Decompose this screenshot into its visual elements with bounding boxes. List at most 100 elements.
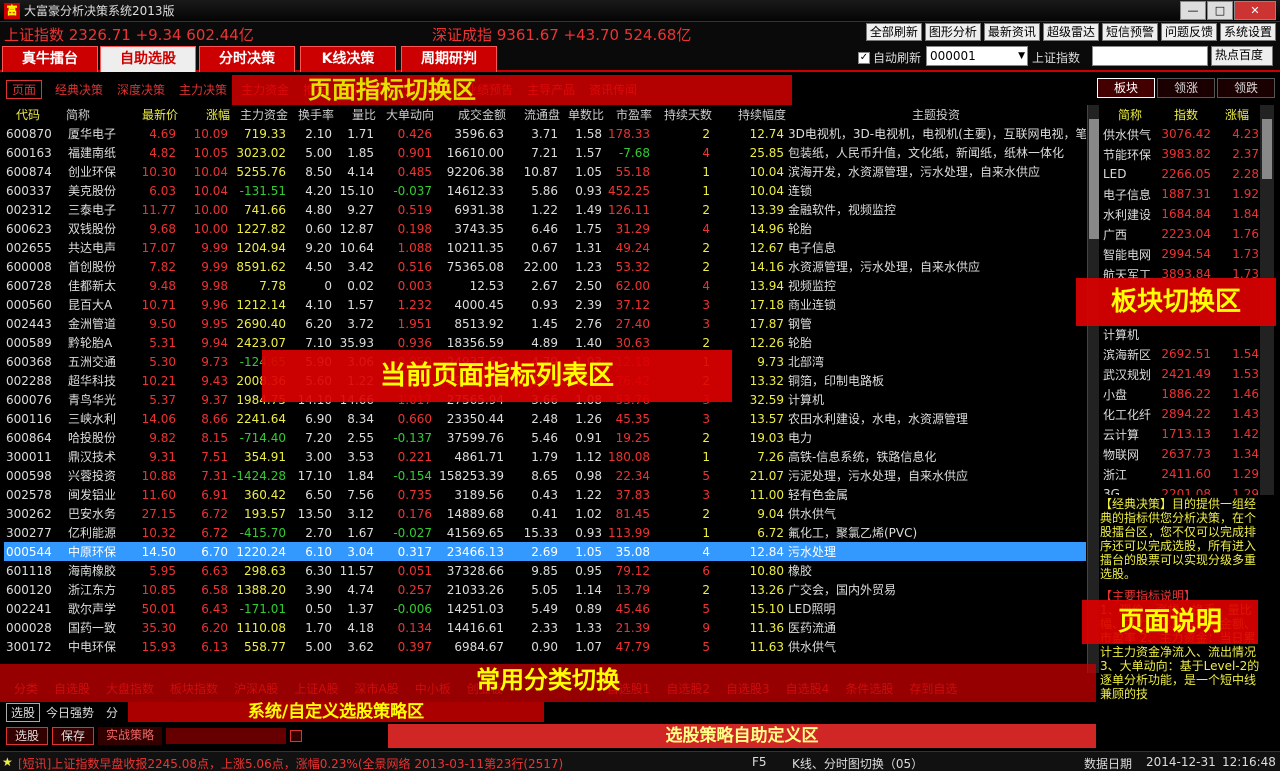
chevron-down-icon[interactable]: ▼ bbox=[1018, 47, 1025, 65]
toolbar-button-1[interactable]: 图形分析 bbox=[924, 23, 981, 41]
table-row[interactable]: 600874 创业环保 10.30 10.04 5255.76 8.50 4.14 0.485… bbox=[4, 162, 1086, 181]
column-header[interactable]: 简称 bbox=[66, 105, 126, 124]
table-row[interactable]: 000544 中原环保 14.50 6.70 1220.24 6.10 3.04 0.317 2… bbox=[4, 542, 1086, 561]
sector-tab-0[interactable]: 板块 bbox=[1097, 78, 1155, 98]
cell-float: 5.86 bbox=[531, 183, 558, 198]
sector-row[interactable]: LED 2266.05 2.28 bbox=[1101, 164, 1261, 184]
indicator-tab-1[interactable]: 经典决策 bbox=[48, 81, 110, 98]
table-row[interactable]: 600008 首创股份 7.82 9.99 8591.62 4.50 3.42 0.516 75… bbox=[4, 257, 1086, 276]
column-header[interactable]: 成交金额 bbox=[434, 105, 506, 124]
cell-vr: 1.67 bbox=[347, 525, 374, 540]
sector-row[interactable]: 智能电网 2994.54 1.73 bbox=[1101, 244, 1261, 264]
column-header[interactable]: 代码 bbox=[4, 105, 66, 124]
column-header[interactable]: 持续幅度 bbox=[712, 105, 786, 124]
table-row[interactable]: 000028 国药一致 35.30 6.20 1110.08 1.70 4.18 0.134 1… bbox=[4, 618, 1086, 637]
toolbar-button-2[interactable]: 最新资讯 bbox=[983, 23, 1040, 41]
indicator-tab-3[interactable]: 主力决策 bbox=[172, 81, 234, 98]
sector-column-header[interactable]: 简称 bbox=[1101, 105, 1159, 124]
scroll-thumb[interactable] bbox=[1089, 119, 1099, 239]
column-header[interactable]: 量比 bbox=[334, 105, 376, 124]
sector-row[interactable]: 水利建设 1684.84 1.84 bbox=[1101, 204, 1261, 224]
table-row[interactable]: 000598 兴蓉投资 10.88 7.31 -1424.28 17.10 1.84 -0.1… bbox=[4, 466, 1086, 485]
sector-column-header[interactable]: 指数 bbox=[1159, 105, 1213, 124]
table-row[interactable]: 600870 厦华电子 4.69 10.09 719.33 2.10 1.71 0.426 35… bbox=[4, 124, 1086, 143]
table-row[interactable]: 300172 中电环保 15.93 6.13 558.77 5.00 3.62 0.397 69… bbox=[4, 637, 1086, 656]
main-tab-4[interactable]: 周期研判 bbox=[401, 46, 497, 72]
column-header[interactable]: 流通盘 bbox=[506, 105, 560, 124]
column-header[interactable]: 大单动向 bbox=[376, 105, 434, 124]
table-row[interactable]: 600120 浙江东方 10.85 6.58 1388.20 3.90 4.74 0.257 2… bbox=[4, 580, 1086, 599]
toolbar-button-3[interactable]: 超级雷达 bbox=[1042, 23, 1099, 41]
checkbox-checked-icon[interactable]: ✓ bbox=[858, 51, 870, 64]
select-button[interactable]: 选股 bbox=[6, 727, 49, 745]
sector-tab-2[interactable]: 领跌 bbox=[1217, 78, 1275, 98]
column-header[interactable]: 主力资金 bbox=[230, 105, 288, 124]
main-tab-1[interactable]: 自助选股 bbox=[100, 46, 196, 72]
sector-row[interactable]: 浙江 2411.60 1.29 bbox=[1101, 464, 1261, 484]
column-header[interactable]: 最新价 bbox=[126, 105, 178, 124]
minimize-button[interactable]: — bbox=[1180, 1, 1206, 20]
indicator-tab-2[interactable]: 深度决策 bbox=[110, 81, 172, 98]
table-row[interactable]: 002312 三泰电子 11.77 10.00 741.66 4.80 9.27 0.519 6… bbox=[4, 200, 1086, 219]
column-header[interactable]: 持续天数 bbox=[652, 105, 712, 124]
strategy-tab-2[interactable]: 分 bbox=[100, 704, 124, 721]
table-row[interactable]: 600623 双钱股份 9.68 10.00 1227.82 0.60 12.87 0.198… bbox=[4, 219, 1086, 238]
column-header[interactable]: 市盈率 bbox=[604, 105, 652, 124]
cell-vr: 4.74 bbox=[347, 582, 374, 597]
column-header[interactable]: 主题投资 bbox=[786, 105, 1086, 124]
sector-column-header[interactable]: 涨幅 bbox=[1213, 105, 1261, 124]
column-header[interactable]: 涨幅 bbox=[178, 105, 230, 124]
save-button[interactable]: 保存 bbox=[52, 727, 95, 745]
main-tab-0[interactable]: 真牛擂台 bbox=[2, 46, 98, 72]
scroll-thumb[interactable] bbox=[1262, 119, 1272, 179]
close-button[interactable]: ✕ bbox=[1234, 1, 1276, 20]
table-row[interactable]: 002241 歌尔声学 50.01 6.43 -171.01 0.50 1.37 -0.006… bbox=[4, 599, 1086, 618]
custom-strategy-input[interactable] bbox=[166, 728, 287, 744]
sector-row[interactable]: 3G 2201.08 1.29 bbox=[1101, 484, 1261, 495]
sector-row[interactable]: 电子信息 1887.31 1.92 bbox=[1101, 184, 1261, 204]
stock-code-select[interactable]: 000001 ▼ bbox=[926, 46, 1028, 66]
table-row[interactable]: 002655 共达电声 17.07 9.99 1204.94 9.20 10.64 1.088… bbox=[4, 238, 1086, 257]
table-row[interactable]: 300011 鼎汉技术 9.31 7.51 354.91 3.00 3.53 0.221 486… bbox=[4, 447, 1086, 466]
maximize-button[interactable]: □ bbox=[1207, 1, 1233, 20]
main-tab-3[interactable]: K线决策 bbox=[300, 46, 396, 72]
sector-row[interactable]: 滨海新区 2692.51 1.54 bbox=[1101, 344, 1261, 364]
table-row[interactable]: 000560 昆百大A 10.71 9.96 1212.14 4.10 1.57 1.232 4… bbox=[4, 295, 1086, 314]
table-row[interactable]: 600116 三峡水利 14.06 8.66 2241.64 6.90 8.34 0.660 2… bbox=[4, 409, 1086, 428]
table-row[interactable]: 300262 巴安水务 27.15 6.72 193.57 13.50 3.12 0.176 1… bbox=[4, 504, 1086, 523]
toolbar-button-5[interactable]: 问题反馈 bbox=[1160, 23, 1217, 41]
toolbar-button-4[interactable]: 短信预警 bbox=[1101, 23, 1158, 41]
table-row[interactable]: 300277 亿利能源 10.32 6.72 -415.70 2.70 1.67 -0.027… bbox=[4, 523, 1086, 542]
sector-row[interactable]: 广西 2223.04 1.76 bbox=[1101, 224, 1261, 244]
toolbar-button-6[interactable]: 系统设置 bbox=[1219, 23, 1276, 41]
table-row[interactable]: 600337 美克股份 6.03 10.04 -131.51 4.20 15.10 -0.03… bbox=[4, 181, 1086, 200]
table-row[interactable]: 600728 佳都新太 9.48 9.98 7.78 0 0.02 0.003 12.53 2.6… bbox=[4, 276, 1086, 295]
sector-row[interactable]: 计算机 bbox=[1101, 324, 1261, 344]
strategy-checkbox[interactable] bbox=[290, 730, 303, 742]
search-input[interactable] bbox=[1092, 46, 1208, 66]
table-row[interactable]: 002578 闽发铝业 11.60 6.91 360.42 6.50 7.56 0.735 31… bbox=[4, 485, 1086, 504]
auto-refresh-toggle[interactable]: ✓ 自动刷新 bbox=[858, 49, 921, 66]
table-row[interactable]: 600864 哈投股份 9.82 8.15 -714.40 7.20 2.55 -0.137 3… bbox=[4, 428, 1086, 447]
sector-row[interactable]: 武汉规划 2421.49 1.53 bbox=[1101, 364, 1261, 384]
sector-row[interactable]: 物联网 2637.73 1.34 bbox=[1101, 444, 1261, 464]
table-scrollbar[interactable] bbox=[1087, 105, 1099, 673]
hot-search-button[interactable]: 热点百度 bbox=[1211, 46, 1273, 66]
table-row[interactable]: 600163 福建南纸 4.82 10.05 3023.02 5.00 1.85 0.901 1… bbox=[4, 143, 1086, 162]
indicator-tab-0[interactable]: 页面 bbox=[6, 79, 43, 99]
sector-row[interactable]: 化工化纤 2894.22 1.43 bbox=[1101, 404, 1261, 424]
table-row[interactable]: 601118 海南橡胶 5.95 6.63 298.63 6.30 11.57 0.051 37… bbox=[4, 561, 1086, 580]
toolbar-button-0[interactable]: 全部刷新 bbox=[865, 23, 922, 41]
main-tab-2[interactable]: 分时决策 bbox=[199, 46, 295, 72]
strategy-tab-1[interactable]: 今日强势 bbox=[40, 704, 100, 721]
table-row[interactable]: 002443 金洲管道 9.50 9.95 2690.40 6.20 3.72 1.951 85… bbox=[4, 314, 1086, 333]
column-header[interactable]: 单数比 bbox=[560, 105, 604, 124]
sector-row[interactable]: 云计算 1713.13 1.42 bbox=[1101, 424, 1261, 444]
sector-row[interactable]: 供水供气 3076.42 4.23 bbox=[1101, 124, 1261, 144]
sector-tab-1[interactable]: 领涨 bbox=[1157, 78, 1215, 98]
sector-row[interactable]: 小盘 1886.22 1.46 bbox=[1101, 384, 1261, 404]
column-header[interactable]: 换手率 bbox=[288, 105, 334, 124]
sector-row[interactable]: 节能环保 3983.82 2.37 bbox=[1101, 144, 1261, 164]
strategy-tab-0[interactable]: 选股 bbox=[6, 702, 41, 722]
news-ticker[interactable]: [短讯]上证指数早盘收报2245.08点，上涨5.06点，涨幅0.23%(全景网… bbox=[18, 755, 563, 771]
